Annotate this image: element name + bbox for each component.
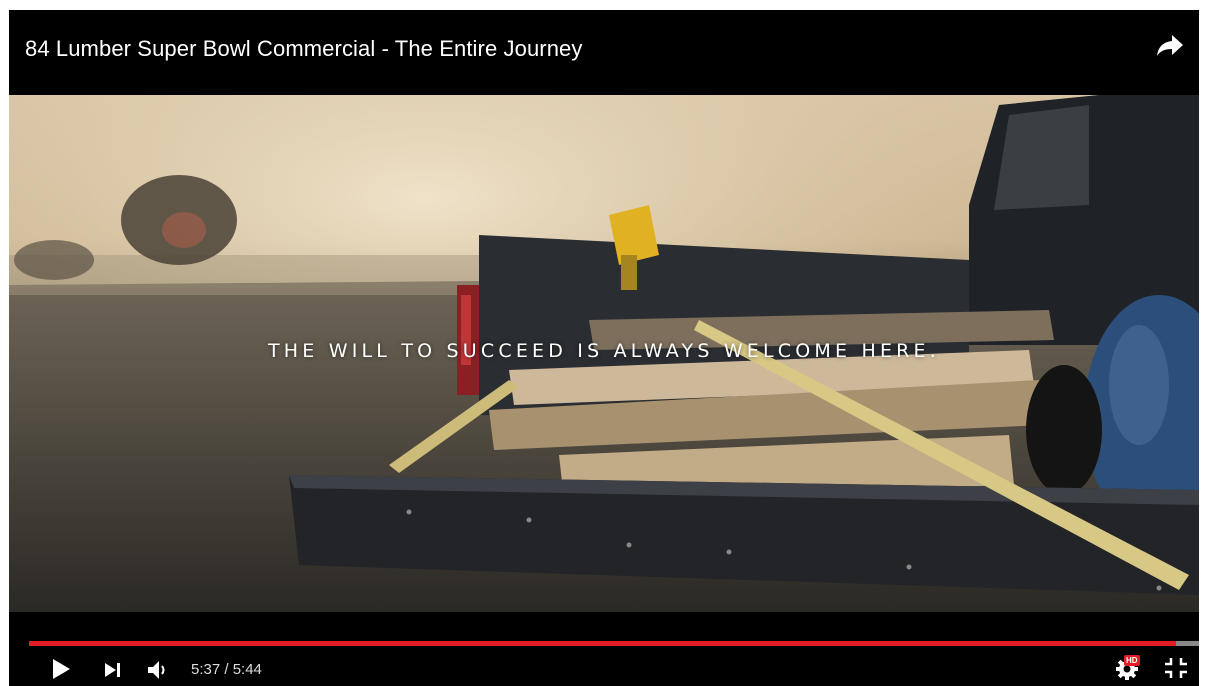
share-button[interactable] <box>1155 32 1185 58</box>
share-arrow-icon <box>1157 35 1183 56</box>
video-player[interactable]: 84 Lumber Super Bowl Commercial - The En… <box>9 10 1199 686</box>
progress-bar[interactable] <box>29 641 1199 646</box>
volume-icon <box>148 661 165 679</box>
video-caption-overlay: THE WILL TO SUCCEED IS ALWAYS WELCOME HE… <box>267 340 940 362</box>
time-display: 5:37 / 5:44 <box>191 661 262 678</box>
control-bar: 5:37 / 5:44 HD <box>9 612 1199 686</box>
play-button[interactable] <box>51 658 71 680</box>
video-frame[interactable]: THE WILL TO SUCCEED IS ALWAYS WELCOME HE… <box>9 95 1199 612</box>
next-icon <box>105 663 120 677</box>
exit-fullscreen-button[interactable] <box>1164 657 1188 679</box>
title-bar: 84 Lumber Super Bowl Commercial - The En… <box>9 10 1199 95</box>
hd-badge: HD <box>1124 655 1140 666</box>
play-icon <box>53 659 70 679</box>
video-title[interactable]: 84 Lumber Super Bowl Commercial - The En… <box>25 36 582 62</box>
progress-fill <box>29 641 1176 646</box>
next-button[interactable] <box>103 660 123 680</box>
exit-fullscreen-icon <box>1165 658 1187 678</box>
volume-button[interactable] <box>147 659 171 681</box>
